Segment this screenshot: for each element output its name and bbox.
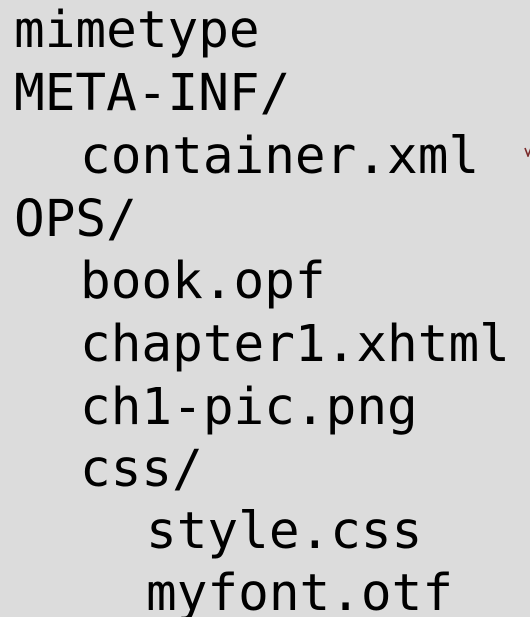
- tree-item-ops-folder: OPS/: [14, 190, 137, 249]
- tree-item-ch1-pic-png: ch1-pic.png: [80, 378, 418, 437]
- file-tree: mimetype META-INF/ container.xml OPS/ bo…: [0, 0, 530, 617]
- arrow-tip-icon: [524, 147, 530, 157]
- tree-item-style-css: style.css: [146, 502, 423, 561]
- tree-item-myfont-otf: myfont.otf: [146, 564, 454, 617]
- tree-item-mimetype: mimetype: [14, 1, 260, 60]
- tree-item-book-opf: book.opf: [80, 252, 326, 311]
- tree-item-chapter1-xhtml: chapter1.xhtml: [80, 315, 510, 374]
- tree-item-css-folder: css/: [80, 440, 203, 499]
- tree-item-container-xml: container.xml: [80, 127, 480, 186]
- tree-item-meta-inf-folder: META-INF/: [14, 64, 291, 123]
